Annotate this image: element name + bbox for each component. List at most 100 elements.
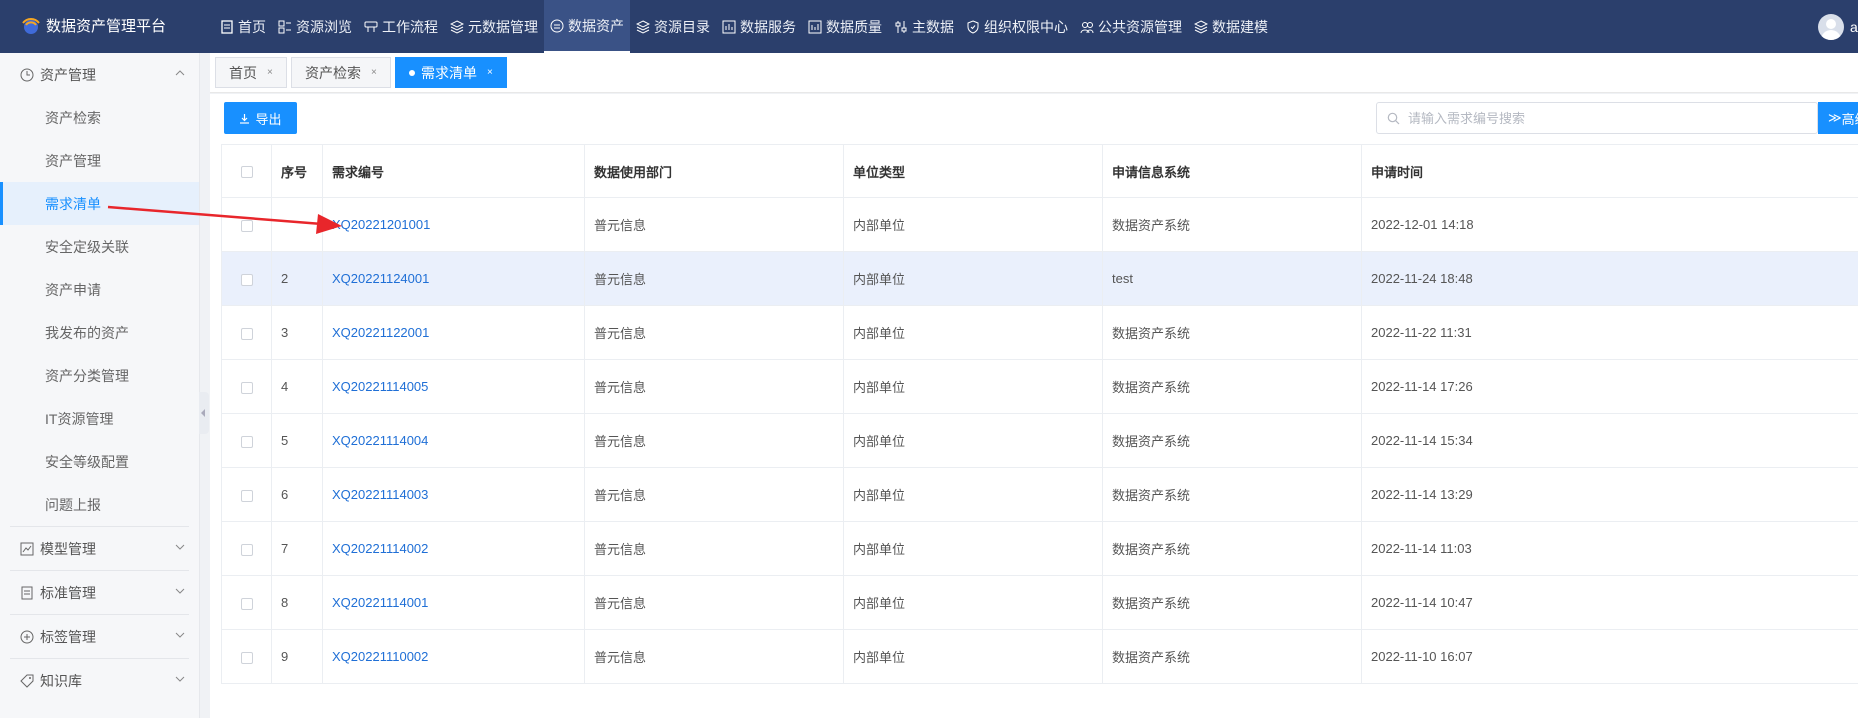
- cell-system: 数据资产系统: [1102, 629, 1362, 684]
- cell-code-link[interactable]: XQ20221114001: [322, 575, 585, 630]
- row-checkbox[interactable]: [240, 597, 253, 610]
- nav-item-org-permissions[interactable]: 组织权限中心: [960, 0, 1074, 53]
- tag-icon: [20, 674, 34, 688]
- document-icon: [21, 586, 33, 599]
- row-checkbox[interactable]: [240, 327, 253, 340]
- cell-index: 6: [271, 467, 323, 522]
- sidebar-item-issue-report[interactable]: 问题上报: [0, 483, 199, 526]
- nav-item-resource-browse[interactable]: 资源浏览: [272, 0, 358, 53]
- row-checkbox[interactable]: [240, 543, 253, 556]
- chevron-down-icon: [175, 632, 185, 638]
- nav-item-metadata[interactable]: 元数据管理: [444, 0, 544, 53]
- cell-system: 数据资产系统: [1102, 521, 1362, 576]
- advanced-search-button[interactable]: ≫ 高级: [1818, 102, 1858, 134]
- search-icon: [1387, 112, 1400, 124]
- cell-unit-type: 内部单位: [843, 629, 1103, 684]
- table-row[interactable]: 3 XQ20221122001 普元信息 内部单位 数据资产系统 2022-11…: [221, 305, 1858, 360]
- table-row[interactable]: 2 XQ20221124001 普元信息 内部单位 test 2022-11-2…: [221, 251, 1858, 306]
- tab-demand-list[interactable]: 需求清单 ×: [395, 57, 507, 88]
- nav-item-data-service[interactable]: 数据服务: [716, 0, 802, 53]
- column-header-time[interactable]: 申请时间: [1361, 144, 1858, 198]
- sidebar-group-asset-management[interactable]: 资产管理: [0, 53, 199, 96]
- cell-code-link[interactable]: XQ20221114004: [322, 413, 585, 468]
- nav-item-data-assets[interactable]: 数据资产: [544, 0, 630, 53]
- cell-code-link[interactable]: XQ20221122001: [322, 305, 585, 360]
- column-header-unit-type[interactable]: 单位类型: [843, 144, 1103, 198]
- cell-system: test: [1102, 251, 1362, 306]
- column-header-system[interactable]: 申请信息系统: [1102, 144, 1362, 198]
- select-all-checkbox[interactable]: [240, 166, 253, 179]
- sidebar-item-security-level-config[interactable]: 安全等级配置: [0, 440, 199, 483]
- nav-item-home[interactable]: 首页: [214, 0, 272, 53]
- nav-item-resource-catalog[interactable]: 资源目录: [630, 0, 716, 53]
- search-input[interactable]: [1408, 110, 1808, 126]
- table-row[interactable]: 8 XQ20221114001 普元信息 内部单位 数据资产系统 2022-11…: [221, 575, 1858, 630]
- sidebar-item-demand-list[interactable]: 需求清单: [0, 182, 199, 225]
- sidebar-item-asset-apply[interactable]: 资产申请: [0, 268, 199, 311]
- nav-item-data-quality[interactable]: 数据质量: [802, 0, 888, 53]
- column-header-dept[interactable]: 数据使用部门: [584, 144, 844, 198]
- cell-index: [271, 197, 323, 252]
- search-box[interactable]: [1376, 102, 1818, 134]
- export-button[interactable]: 导出: [224, 102, 297, 134]
- nav-item-data-modeling[interactable]: 数据建模: [1188, 0, 1274, 53]
- sidebar-group-model-management[interactable]: 模型管理: [0, 527, 199, 570]
- table-row[interactable]: 9 XQ20221110002 普元信息 内部单位 数据资产系统 2022-11…: [221, 629, 1858, 684]
- shield-icon: [967, 19, 979, 34]
- column-header-code[interactable]: 需求编号: [322, 144, 585, 198]
- row-checkbox[interactable]: [240, 489, 253, 502]
- sidebar-item-my-published[interactable]: 我发布的资产: [0, 311, 199, 354]
- row-checkbox[interactable]: [240, 435, 253, 448]
- row-checkbox[interactable]: [240, 273, 253, 286]
- close-icon[interactable]: ×: [371, 67, 377, 78]
- cell-time: 2022-11-14 13:29: [1361, 467, 1858, 522]
- column-header-index[interactable]: 序号: [271, 144, 323, 198]
- nav-item-master-data[interactable]: 主数据: [888, 0, 960, 53]
- row-checkbox[interactable]: [240, 219, 253, 232]
- cell-code-link[interactable]: XQ20221201001: [322, 197, 585, 252]
- row-checkbox-cell: [221, 521, 272, 576]
- sidebar-group-standard-management[interactable]: 标准管理: [0, 571, 199, 614]
- cell-unit-type: 内部单位: [843, 359, 1103, 414]
- close-icon[interactable]: ×: [267, 67, 273, 78]
- sidebar-item-asset-category[interactable]: 资产分类管理: [0, 354, 199, 397]
- row-checkbox-cell: [221, 359, 272, 414]
- row-checkbox[interactable]: [240, 651, 253, 664]
- avatar[interactable]: [1818, 14, 1844, 40]
- row-checkbox[interactable]: [240, 381, 253, 394]
- table-row[interactable]: 5 XQ20221114004 普元信息 内部单位 数据资产系统 2022-11…: [221, 413, 1858, 468]
- circle-list-icon: [550, 19, 564, 32]
- chevron-up-icon: [175, 70, 185, 76]
- close-icon[interactable]: ×: [487, 67, 493, 78]
- table-row[interactable]: 4 XQ20221114005 普元信息 内部单位 数据资产系统 2022-11…: [221, 359, 1858, 414]
- cell-dept: 普元信息: [584, 521, 844, 576]
- cell-code-link[interactable]: XQ20221124001: [322, 251, 585, 306]
- cell-code-link[interactable]: XQ20221110002: [322, 629, 585, 684]
- app-logo[interactable]: 数据资产管理平台: [20, 14, 166, 36]
- sidebar-collapse-handle[interactable]: [199, 392, 209, 434]
- sidebar-group-tag-management[interactable]: 标签管理: [0, 615, 199, 658]
- cell-code-link[interactable]: XQ20221114003: [322, 467, 585, 522]
- cell-index: 4: [271, 359, 323, 414]
- users-icon: [1080, 21, 1094, 33]
- cell-time: 2022-11-14 15:34: [1361, 413, 1858, 468]
- sidebar-item-asset-manage[interactable]: 资产管理: [0, 139, 199, 182]
- sidebar-item-security-level-link[interactable]: 安全定级关联: [0, 225, 199, 268]
- cell-code-link[interactable]: XQ20221114002: [322, 521, 585, 576]
- cell-code-link[interactable]: XQ20221114005: [322, 359, 585, 414]
- sidebar-item-it-resources[interactable]: IT资源管理: [0, 397, 199, 440]
- table-row[interactable]: XQ20221201001 普元信息 内部单位 数据资产系统 2022-12-0…: [221, 197, 1858, 252]
- table-row[interactable]: 7 XQ20221114002 普元信息 内部单位 数据资产系统 2022-11…: [221, 521, 1858, 576]
- user-menu[interactable]: a: [1818, 14, 1858, 40]
- sidebar-group-knowledge-base[interactable]: 知识库: [0, 659, 199, 702]
- tab-home[interactable]: 首页 ×: [215, 57, 287, 88]
- tab-asset-search[interactable]: 资产检索 ×: [291, 57, 391, 88]
- plus-circle-icon: [20, 630, 34, 643]
- main-content: 导出 ≫ 高级 序号 需求编号 数据使用部门 单位类型 申请信息系统 申请时间: [210, 94, 1858, 718]
- nav-item-public-resources[interactable]: 公共资源管理: [1074, 0, 1188, 53]
- cell-system: 数据资产系统: [1102, 467, 1362, 522]
- nav-item-workflow[interactable]: 工作流程: [358, 0, 444, 53]
- sidebar-item-asset-search[interactable]: 资产检索: [0, 96, 199, 139]
- user-name: a: [1850, 19, 1858, 35]
- table-row[interactable]: 6 XQ20221114003 普元信息 内部单位 数据资产系统 2022-11…: [221, 467, 1858, 522]
